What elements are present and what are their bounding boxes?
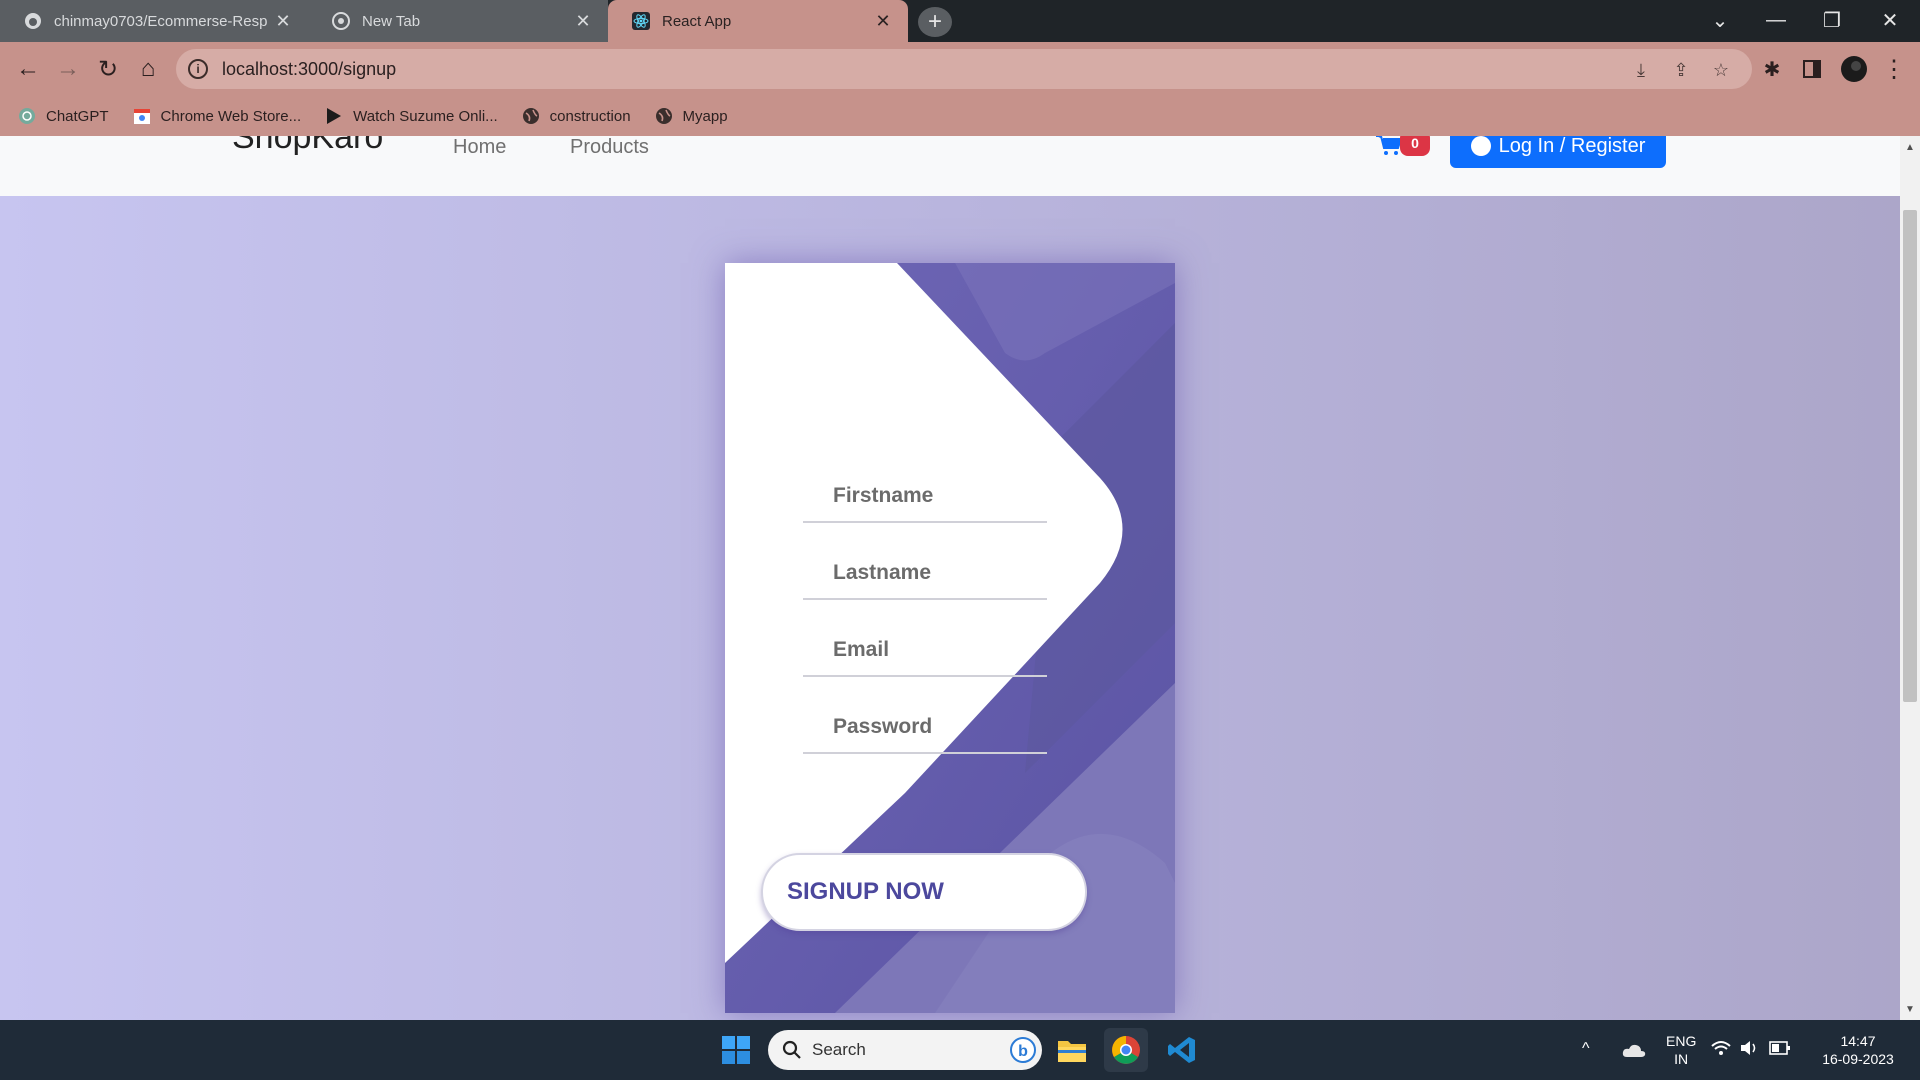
bookmark-construction[interactable]: construction <box>522 107 631 125</box>
lastname-placeholder: Lastname <box>833 561 932 584</box>
browser-tab-strip: chinmay0703/Ecommerse-Resp ✕ New Tab ✕ R… <box>0 0 1920 42</box>
bookmark-label: ChatGPT <box>46 107 109 125</box>
browser-tab-new-tab[interactable]: New Tab ✕ <box>308 0 608 42</box>
windows-taskbar: Search b ^ ENG IN 14:47 16-09-2023 <box>0 1020 1920 1080</box>
clock-time: 14:47 <box>1840 1033 1876 1049</box>
forward-arrow-icon[interactable]: → <box>52 53 84 85</box>
chatgpt-icon <box>18 107 36 125</box>
bookmarks-bar: ChatGPT Chrome Web Store... Watch Suzume… <box>0 96 1920 136</box>
close-tab-icon[interactable]: ✕ <box>872 11 894 32</box>
address-bar[interactable]: i localhost:3000/signup ⤓ ⇪ ☆ <box>176 49 1752 89</box>
bookmark-label: Chrome Web Store... <box>160 107 302 125</box>
system-tray-icons[interactable] <box>1706 1028 1796 1072</box>
scrollbar-thumb[interactable] <box>1903 210 1917 702</box>
reload-icon[interactable]: ↻ <box>92 53 124 85</box>
globe-icon <box>522 107 540 125</box>
email-placeholder: Email <box>833 638 890 661</box>
windows-start-icon[interactable] <box>714 1028 758 1072</box>
restore-icon[interactable]: ❐ <box>1804 0 1860 40</box>
close-window-icon[interactable]: ✕ <box>1862 0 1918 40</box>
user-circle-icon <box>1470 136 1491 156</box>
onedrive-icon[interactable] <box>1612 1028 1656 1072</box>
address-url: localhost:3000/signup <box>222 58 397 79</box>
wifi-icon <box>1710 1040 1731 1061</box>
bookmark-watch-suzume[interactable]: Watch Suzume Onli... <box>325 107 498 125</box>
volume-icon <box>1740 1040 1760 1061</box>
page-viewport: ShopKaro Home Products 0 Log In / Regist… <box>0 136 1900 1020</box>
region-code: IN <box>1674 1051 1689 1067</box>
tab-title: React App <box>662 12 732 30</box>
bookmark-star-icon[interactable]: ☆ <box>1710 59 1732 81</box>
react-icon <box>632 12 650 30</box>
browser-tab-github[interactable]: chinmay0703/Ecommerse-Resp ✕ <box>0 0 308 42</box>
email-field[interactable]: Email <box>803 625 1047 677</box>
site-navbar: ShopKaro Home Products 0 Log In / Regist… <box>0 136 1900 196</box>
bookmark-label: Myapp <box>682 107 728 125</box>
svg-text:b: b <box>1018 1043 1028 1060</box>
side-panel-icon[interactable] <box>1796 53 1828 85</box>
scroll-up-arrow-icon[interactable]: ▲ <box>1900 138 1920 156</box>
bookmark-chrome-web-store[interactable]: Chrome Web Store... <box>133 107 302 125</box>
bookmark-label: construction <box>549 107 631 125</box>
password-placeholder: Password <box>833 715 933 738</box>
show-hidden-icons-chevron[interactable]: ^ <box>1582 1040 1590 1058</box>
tab-search-chevron-icon[interactable]: ⌄ <box>1692 0 1748 40</box>
tab-title: chinmay0703/Ecommerse-Resp <box>54 12 268 30</box>
webstore-icon <box>133 107 151 125</box>
clock-date: 16-09-2023 <box>1822 1051 1894 1067</box>
share-icon[interactable]: ⇪ <box>1670 59 1692 81</box>
close-tab-icon[interactable]: ✕ <box>272 11 294 32</box>
taskbar-search-label: Search <box>812 1040 866 1059</box>
github-icon <box>24 12 42 30</box>
battery-icon <box>1769 1040 1791 1060</box>
play-icon <box>325 107 343 125</box>
lastname-field[interactable]: Lastname <box>803 548 1047 600</box>
taskbar-clock[interactable]: 14:47 16-09-2023 <box>1810 1032 1906 1068</box>
browser-toolbar: ← → ↻ ⌂ i localhost:3000/signup ⤓ ⇪ ☆ ✱ … <box>0 42 1920 96</box>
site-info-icon[interactable]: i <box>188 59 208 79</box>
new-tab-button[interactable]: + <box>918 7 952 37</box>
chrome-taskbar-icon[interactable] <box>1104 1028 1148 1072</box>
signup-now-label: Signup Now <box>787 878 944 905</box>
search-icon <box>782 1040 802 1060</box>
tab-title: New Tab <box>362 12 421 30</box>
signup-now-button[interactable]: Signup Now <box>761 853 1087 931</box>
extensions-puzzle-icon[interactable]: ✱ <box>1756 53 1788 85</box>
login-register-label: Log In / Register <box>1498 136 1646 157</box>
chrome-menu-icon[interactable]: ⋮ <box>1878 53 1910 85</box>
firstname-field[interactable]: Firstname <box>803 471 1047 523</box>
globe-icon <box>655 107 673 125</box>
back-arrow-icon[interactable]: ← <box>12 53 44 85</box>
login-register-button[interactable]: Log In / Register <box>1450 136 1666 168</box>
firstname-placeholder: Firstname <box>833 484 934 507</box>
bookmark-chatgpt[interactable]: ChatGPT <box>18 107 109 125</box>
file-explorer-icon[interactable] <box>1050 1028 1094 1072</box>
signup-card: Firstname Lastname Email Password Signup… <box>725 263 1175 1013</box>
browser-tab-react-app[interactable]: React App ✕ <box>608 0 908 42</box>
nav-link-products[interactable]: Products <box>570 136 649 159</box>
language-indicator[interactable]: ENG IN <box>1666 1032 1696 1068</box>
minimize-icon[interactable]: — <box>1748 0 1804 40</box>
password-field[interactable]: Password <box>803 702 1047 754</box>
language-code: ENG <box>1666 1033 1697 1049</box>
vscode-icon[interactable] <box>1160 1028 1204 1072</box>
scroll-down-arrow-icon[interactable]: ▼ <box>1900 1000 1920 1018</box>
install-app-icon[interactable]: ⤓ <box>1630 59 1652 81</box>
chrome-icon <box>332 12 350 30</box>
cart-count-badge: 0 <box>1400 136 1430 156</box>
close-tab-icon[interactable]: ✕ <box>572 11 594 32</box>
home-icon[interactable]: ⌂ <box>132 53 164 85</box>
profile-avatar[interactable] <box>1838 53 1870 85</box>
bing-icon[interactable]: b <box>1010 1037 1036 1063</box>
nav-link-home[interactable]: Home <box>453 136 506 159</box>
taskbar-search-box[interactable]: Search b <box>768 1030 1042 1070</box>
bookmark-label: Watch Suzume Onli... <box>353 107 498 125</box>
brand-logo[interactable]: ShopKaro <box>232 136 383 157</box>
bookmark-myapp[interactable]: Myapp <box>655 107 728 125</box>
